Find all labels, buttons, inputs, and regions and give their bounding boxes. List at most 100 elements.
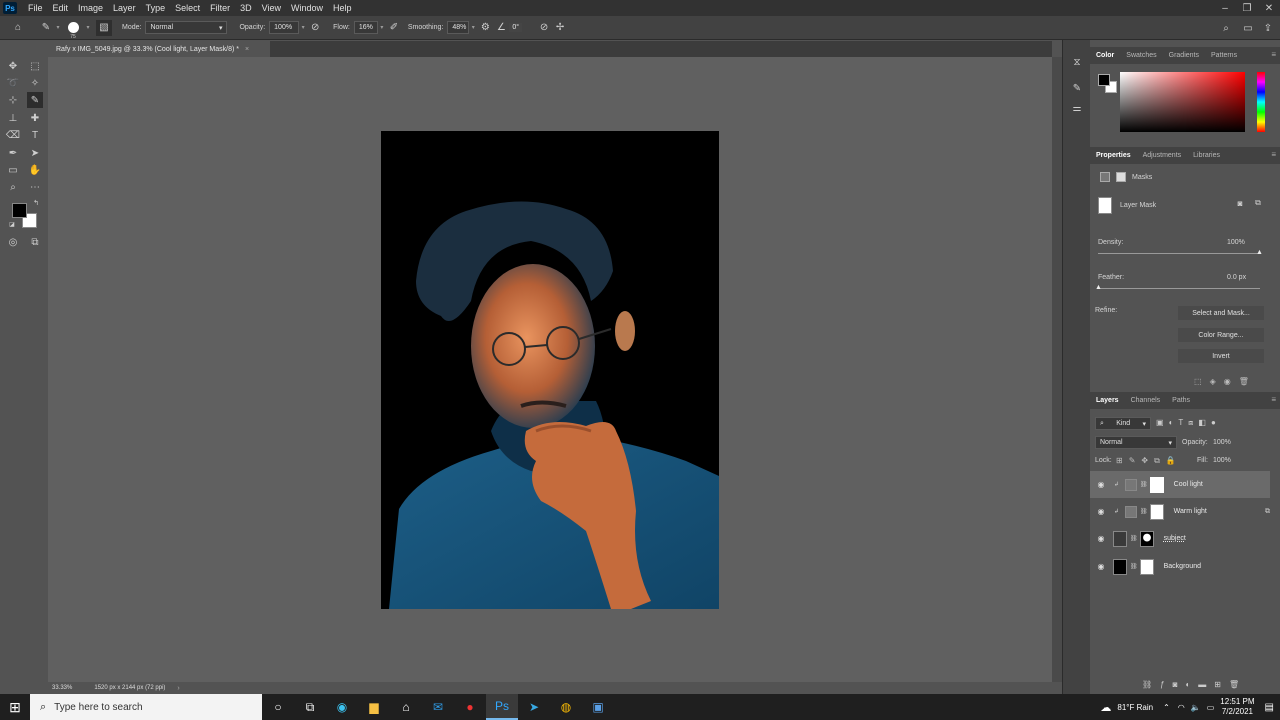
vertical-scrollbar[interactable] [1052, 57, 1062, 682]
filter-pixel-icon[interactable]: ▣ [1156, 418, 1164, 428]
lock-position-icon[interactable]: ✥ [1141, 456, 1148, 466]
menu-3d[interactable]: 3D [235, 3, 257, 13]
menu-layer[interactable]: Layer [108, 3, 141, 13]
chevron-down-icon[interactable]: ▾ [54, 20, 62, 36]
mask-link-icon[interactable]: ⧉ [1252, 197, 1264, 209]
app-red-icon[interactable]: ● [454, 694, 486, 720]
panel-menu-icon[interactable]: ≡ [1271, 395, 1276, 404]
trash-icon[interactable]: 🗑 [1239, 377, 1249, 386]
tab-swatches[interactable]: Swatches [1120, 52, 1162, 59]
menu-select[interactable]: Select [170, 3, 205, 13]
share-icon[interactable]: ⇪ [1260, 20, 1276, 36]
chain-link-icon[interactable]: ⛓ [1140, 481, 1148, 488]
chevron-right-icon[interactable]: › [177, 685, 179, 692]
feather-slider[interactable] [1098, 288, 1260, 289]
menu-filter[interactable]: Filter [205, 3, 235, 13]
vector-mask-icon[interactable] [1116, 172, 1126, 182]
pressure-opacity-icon[interactable]: ⊘ [307, 20, 323, 36]
quick-select-tool-icon[interactable]: ✧ [27, 75, 43, 91]
layer-row-subject[interactable]: ◉ ⛓ subject [1090, 525, 1270, 552]
marquee-tool-icon[interactable]: ⬚ [27, 58, 43, 74]
link-layers-icon[interactable]: ⛓ [1142, 680, 1152, 689]
menu-image[interactable]: Image [73, 3, 108, 13]
foreground-color-swatch[interactable] [12, 203, 27, 218]
menu-edit[interactable]: Edit [48, 3, 74, 13]
layer-effects-icon[interactable]: ⧉ [1265, 508, 1270, 516]
search-icon[interactable]: ⌕ [1218, 20, 1234, 36]
screen-mode-icon[interactable]: ⧉ [27, 234, 43, 250]
swap-colors-icon[interactable]: ↰ [32, 199, 40, 207]
restore-icon[interactable]: ❐ [1236, 0, 1258, 16]
trash-icon[interactable]: 🗑 [1229, 680, 1239, 689]
menu-help[interactable]: Help [328, 3, 357, 13]
path-select-tool-icon[interactable]: ➤ [27, 145, 43, 161]
eye-icon[interactable]: ◉ [1095, 480, 1107, 489]
chevron-down-icon[interactable]: ▾ [299, 20, 307, 36]
brush-tool-icon[interactable]: ✎ [27, 92, 43, 108]
brush-preset-picker[interactable]: 75 [62, 17, 84, 40]
zoom-level[interactable]: 33.33% [52, 685, 72, 691]
tab-patterns[interactable]: Patterns [1205, 52, 1243, 59]
color-range-button[interactable]: Color Range... [1178, 328, 1264, 342]
chrome-icon[interactable]: ◍ [550, 694, 582, 720]
document-image[interactable] [381, 131, 719, 609]
chevron-down-icon[interactable]: ▾ [84, 20, 92, 36]
tab-libraries[interactable]: Libraries [1187, 152, 1226, 159]
new-layer-icon[interactable]: ⊞ [1214, 680, 1221, 689]
layer-mask-thumbnail[interactable] [1139, 530, 1154, 547]
smoothing-input[interactable]: 48% [447, 21, 470, 34]
home-icon[interactable]: ⌂ [10, 20, 26, 36]
layer-row-cool-light[interactable]: ◉ ↲ ⛓ Cool light [1090, 471, 1270, 498]
filter-smart-icon[interactable]: ◧ [1198, 418, 1206, 428]
mode-select[interactable]: Normal ▾ [145, 21, 228, 34]
lock-transparency-icon[interactable]: ⊞ [1116, 456, 1123, 466]
chain-link-icon[interactable]: ⛓ [1130, 563, 1138, 570]
tab-properties[interactable]: Properties [1090, 152, 1137, 159]
wifi-icon[interactable]: ◠ [1178, 703, 1185, 712]
task-view-icon[interactable]: ⧉ [294, 694, 326, 720]
healing-tool-icon[interactable]: ✚ [27, 110, 43, 126]
quick-mask-icon[interactable]: ◎ [5, 234, 21, 250]
filter-toggle-icon[interactable]: ● [1211, 418, 1216, 428]
menu-file[interactable]: File [23, 3, 48, 13]
pixel-mask-icon[interactable] [1100, 172, 1110, 182]
mask-select-icon[interactable]: ◙ [1234, 197, 1246, 209]
move-tool-icon[interactable]: ✥ [5, 58, 21, 74]
brush-tool-icon[interactable]: ✎ [38, 20, 54, 36]
taskbar-search-box[interactable]: ⌕ Type here to search [30, 694, 262, 720]
photoshop-taskbar-icon[interactable]: Ps [486, 694, 518, 720]
adjustments-panel-icon[interactable]: ⚌ [1069, 100, 1085, 116]
layer-row-background[interactable]: ◉ ⛓ Background [1090, 553, 1270, 580]
pen-tool-icon[interactable]: ✒ [5, 145, 21, 161]
blend-mode-select[interactable]: Normal ▾ [1095, 436, 1177, 449]
layer-mask-thumbnail[interactable] [1149, 476, 1164, 493]
chain-link-icon[interactable]: ⛓ [1140, 508, 1148, 515]
weather-text[interactable]: 81°F Rain [1117, 703, 1153, 712]
density-value[interactable]: 100% [1227, 239, 1245, 246]
mail-icon[interactable]: ✉ [422, 694, 454, 720]
layer-style-icon[interactable]: ƒ [1160, 680, 1164, 689]
angle-value[interactable]: 0° [509, 23, 523, 32]
rectangle-tool-icon[interactable]: ▭ [5, 162, 21, 178]
type-tool-icon[interactable]: T [27, 127, 43, 143]
feather-value[interactable]: 0.0 px [1227, 274, 1246, 281]
add-mask-icon[interactable]: ◙ [1173, 680, 1178, 689]
brush-settings-icon[interactable]: ▧ [96, 19, 112, 36]
chevron-down-icon[interactable]: ▾ [378, 20, 386, 36]
symmetry-icon[interactable]: ✢ [552, 20, 568, 36]
foreground-color-swatch[interactable] [1098, 74, 1110, 86]
opacity-input[interactable]: 100% [269, 21, 300, 34]
close-icon[interactable]: ✕ [1258, 0, 1280, 16]
filter-shape-icon[interactable]: ⧈ [1188, 418, 1193, 428]
battery-icon[interactable]: ▭ [1207, 703, 1215, 712]
load-selection-icon[interactable]: ⬚ [1194, 377, 1202, 386]
zoom-tool-icon[interactable]: ⌕ [5, 179, 21, 195]
workspace-icon[interactable]: ▭ [1240, 20, 1256, 36]
flow-input[interactable]: 16% [353, 21, 378, 34]
layer-name[interactable]: subject [1164, 535, 1186, 542]
more-tools-icon[interactable]: ⋯ [27, 179, 43, 195]
layer-filter-select[interactable]: ⌕ Kind ▾ [1095, 417, 1151, 430]
crop-tool-icon[interactable]: ⊹ [5, 92, 21, 108]
lasso-tool-icon[interactable]: ➰ [5, 75, 21, 91]
hand-tool-icon[interactable]: ✋ [27, 162, 43, 178]
